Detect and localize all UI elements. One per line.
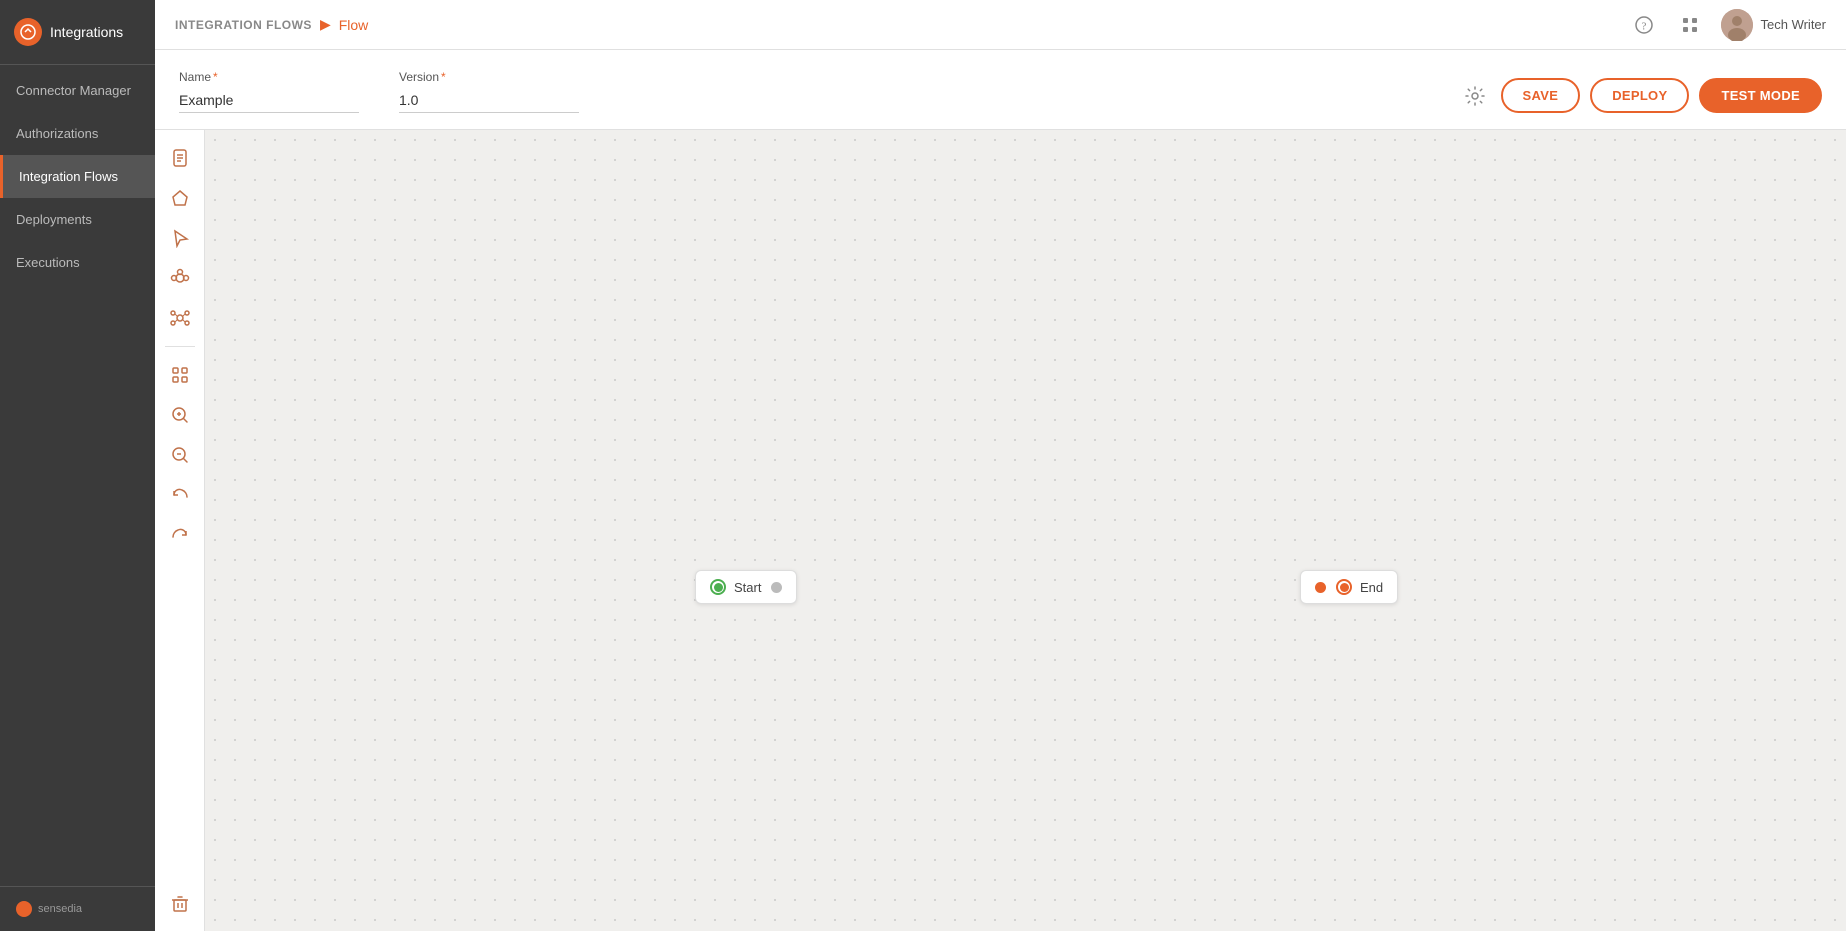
shapes-tool-button[interactable] — [162, 180, 198, 216]
form-actions: SAVE DEPLOY TEST MODE — [1459, 78, 1822, 113]
sensedia-dot-icon — [16, 901, 32, 917]
left-toolbar — [155, 130, 205, 931]
user-name: Tech Writer — [1761, 17, 1827, 32]
zoom-in-button[interactable] — [162, 397, 198, 433]
grid-button[interactable] — [1675, 10, 1705, 40]
breadcrumb-parent[interactable]: INTEGRATION FLOWS — [175, 18, 312, 32]
start-node-dot — [771, 582, 782, 593]
breadcrumb: INTEGRATION FLOWS ▶ Flow — [175, 16, 368, 33]
name-input[interactable] — [179, 88, 359, 113]
sidebar-footer: sensedia — [0, 886, 155, 931]
fit-tool-button[interactable] — [162, 357, 198, 393]
app-title: Integrations — [50, 24, 123, 40]
topbar-actions: ? Tech Writer — [1629, 9, 1827, 41]
deploy-button[interactable]: DEPLOY — [1590, 78, 1689, 113]
redo-button[interactable] — [162, 517, 198, 553]
toolbar-divider-1 — [165, 346, 195, 347]
name-label: Name* — [179, 70, 359, 84]
sidebar-item-executions[interactable]: Executions — [0, 241, 155, 284]
version-input[interactable] — [399, 88, 579, 113]
sidebar: Integrations Connector Manager Authoriza… — [0, 0, 155, 931]
end-node[interactable]: End — [1300, 570, 1398, 604]
name-group: Name* — [179, 70, 359, 113]
sidebar-item-label: Connector Manager — [16, 83, 131, 98]
start-node[interactable]: Start — [695, 570, 797, 604]
document-tool-button[interactable] — [162, 140, 198, 176]
test-mode-button[interactable]: TEST MODE — [1699, 78, 1822, 113]
sidebar-item-integration-flows[interactable]: Integration Flows — [0, 155, 155, 198]
breadcrumb-separator: ▶ — [320, 16, 331, 33]
sidebar-item-connector-manager[interactable]: Connector Manager — [0, 69, 155, 112]
save-button[interactable]: SAVE — [1501, 78, 1581, 113]
flow-canvas[interactable]: Start End — [205, 130, 1846, 931]
version-label: Version* — [399, 70, 579, 84]
canvas-container: Start End — [155, 130, 1846, 931]
start-node-icon — [710, 579, 726, 595]
form-area: Name* Version* SAVE DEPLOY TEST MODE — [155, 50, 1846, 130]
user-profile[interactable]: Tech Writer — [1721, 9, 1827, 41]
app-logo[interactable]: Integrations — [0, 0, 155, 65]
help-button[interactable]: ? — [1629, 10, 1659, 40]
sensedia-label: sensedia — [38, 903, 82, 915]
sidebar-item-authorizations[interactable]: Authorizations — [0, 112, 155, 155]
settings-button[interactable] — [1459, 80, 1491, 112]
undo-button[interactable] — [162, 477, 198, 513]
user-avatar — [1721, 9, 1753, 41]
main-content: INTEGRATION FLOWS ▶ Flow ? — [155, 0, 1846, 931]
sidebar-nav: Connector Manager Authorizations Integra… — [0, 65, 155, 886]
sidebar-item-label: Integration Flows — [19, 169, 118, 184]
end-node-icon — [1336, 579, 1352, 595]
zoom-out-button[interactable] — [162, 437, 198, 473]
start-node-label: Start — [734, 580, 761, 595]
sidebar-item-label: Executions — [16, 255, 80, 270]
end-node-label: End — [1360, 580, 1383, 595]
sidebar-item-label: Deployments — [16, 212, 92, 227]
logo-icon — [14, 18, 42, 46]
sensedia-brand: sensedia — [16, 901, 139, 917]
end-node-left-dot — [1315, 582, 1326, 593]
network-tool-button[interactable] — [162, 300, 198, 336]
delete-button[interactable] — [162, 885, 198, 921]
group-tool-button[interactable] — [162, 260, 198, 296]
cursor-tool-button[interactable] — [162, 220, 198, 256]
topbar: INTEGRATION FLOWS ▶ Flow ? — [155, 0, 1846, 50]
version-group: Version* — [399, 70, 579, 113]
sidebar-item-deployments[interactable]: Deployments — [0, 198, 155, 241]
svg-text:?: ? — [1641, 20, 1646, 32]
breadcrumb-current: Flow — [339, 17, 369, 33]
sidebar-item-label: Authorizations — [16, 126, 98, 141]
